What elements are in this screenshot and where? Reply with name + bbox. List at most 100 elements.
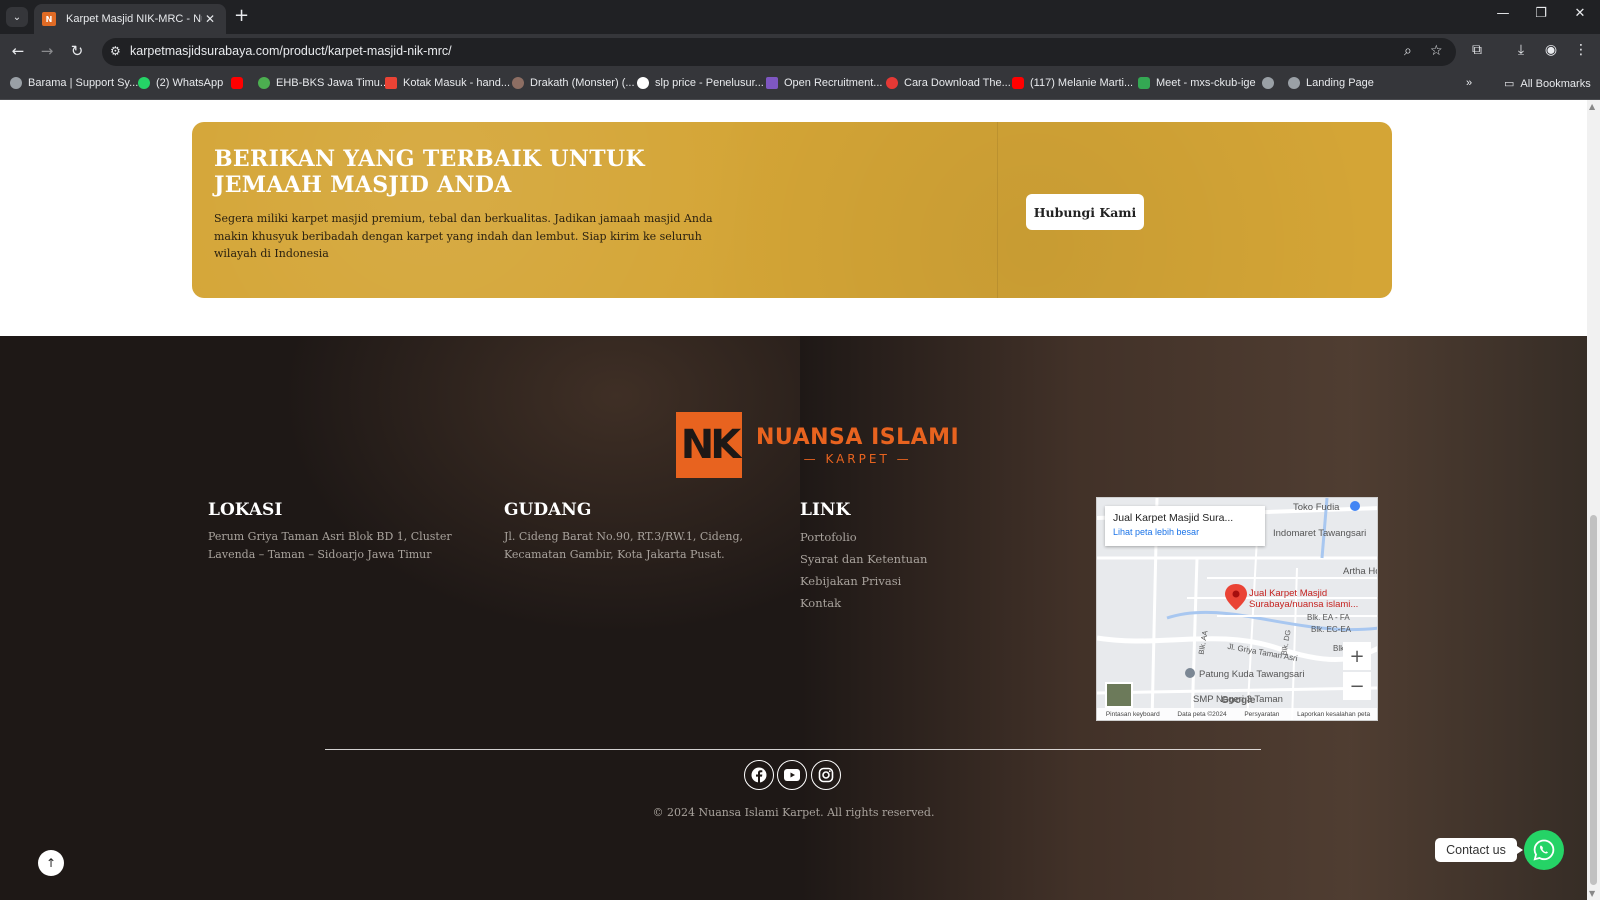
cta-banner: Berikan yang terbaik untuk Jemaah Masjid…: [192, 122, 1392, 298]
bookmark-item[interactable]: Open Recruitment...: [766, 77, 882, 89]
whatsapp-button[interactable]: [1524, 830, 1564, 870]
map-label: Indomaret Tawangsari: [1273, 528, 1367, 539]
bookmark-item[interactable]: slp price - Penelusur...: [637, 77, 764, 89]
link-title: Link: [800, 500, 851, 520]
page-scrollbar[interactable]: ▲ ▼: [1587, 100, 1600, 900]
back-to-top-button[interactable]: ↑: [38, 850, 64, 876]
close-window-icon[interactable]: ✕: [1565, 6, 1595, 21]
footer: NK NUANSA ISLAMI — KARPET — Lokasi Perum…: [0, 336, 1587, 900]
bookmark-item[interactable]: Meet - mxs-ckub-ige: [1138, 77, 1256, 89]
downloads-icon[interactable]: ⤓: [1510, 42, 1532, 58]
link-privasi[interactable]: Kebijakan Privasi: [800, 574, 901, 588]
contact-us-label[interactable]: Contact us: [1435, 838, 1523, 862]
site-icon: [512, 77, 524, 89]
restore-icon[interactable]: ❐: [1526, 6, 1556, 21]
youtube-button[interactable]: [777, 760, 807, 790]
lokasi-address: Perum Griya Taman Asri Blok BD 1, Cluste…: [208, 530, 452, 561]
google-map[interactable]: Jual Karpet Masjid Sura... Lihat peta le…: [1096, 497, 1378, 721]
map-place-card[interactable]: Jual Karpet Masjid Sura... Lihat peta le…: [1105, 506, 1265, 546]
link-syarat[interactable]: Syarat dan Ketentuan: [800, 552, 927, 566]
back-icon[interactable]: ←: [7, 42, 29, 60]
tab-search-icon[interactable]: ⌄: [6, 7, 28, 27]
map-zoom-out-button[interactable]: −: [1343, 672, 1371, 700]
map-zoom-in-button[interactable]: +: [1343, 642, 1371, 670]
browser-tab-active[interactable]: N Karpet Masjid NIK-MRC - Nuan ✕: [34, 4, 226, 34]
bookmark-item[interactable]: [1262, 77, 1280, 89]
bookmark-label: EHB-BKS Jawa Timu...: [276, 77, 390, 89]
bookmark-item[interactable]: Landing Page: [1288, 77, 1374, 89]
map-terms-link[interactable]: Persyaratan: [1244, 711, 1279, 718]
meet-icon: [1138, 77, 1150, 89]
google-icon: [637, 77, 649, 89]
tab-close-icon[interactable]: ✕: [202, 12, 218, 26]
zoom-icon[interactable]: ⌕: [1404, 43, 1412, 59]
copyright-text: © 2024 Nuansa Islami Karpet. All rights …: [652, 806, 935, 819]
map-keyboard-shortcuts[interactable]: Pintasan keyboard: [1106, 711, 1160, 718]
link-portofolio[interactable]: Portofolio: [800, 530, 857, 544]
instagram-button[interactable]: [811, 760, 841, 790]
all-bookmarks[interactable]: ▭ All Bookmarks: [1504, 77, 1591, 91]
cta-text: Segera miliki karpet masjid premium, teb…: [214, 212, 713, 260]
bookmark-item[interactable]: Cara Download The...: [886, 77, 1011, 89]
contact-button[interactable]: Hubungi Kami: [1026, 194, 1144, 230]
site-info-icon[interactable]: ⚙: [110, 44, 121, 58]
site-favicon-icon: N: [42, 12, 56, 26]
bookmark-label: Cara Download The...: [904, 77, 1011, 89]
bookmark-item[interactable]: Barama | Support Sy...: [10, 77, 138, 89]
whatsapp-icon: [138, 77, 150, 89]
bookmark-item[interactable]: (2) WhatsApp: [138, 77, 223, 89]
footer-background-image: [280, 336, 840, 636]
browser-tab-bar: ⌄ N Karpet Masjid NIK-MRC - Nuan ✕ + — ❐…: [0, 0, 1600, 34]
scroll-down-icon[interactable]: ▼: [1589, 889, 1595, 898]
url-text[interactable]: karpetmasjidsurabaya.com/product/karpet-…: [130, 44, 452, 58]
facebook-icon: [751, 767, 767, 783]
bookmark-item[interactable]: Kotak Masuk - hand...: [385, 77, 510, 89]
map-label: Blk. EA - FA: [1307, 613, 1350, 622]
map-data-credit: Data peta ©2024: [1177, 710, 1227, 718]
scroll-up-icon[interactable]: ▲: [1589, 102, 1595, 111]
all-bookmarks-label: All Bookmarks: [1520, 77, 1591, 90]
map-place-label: Jual Karpet Masjid Surabaya/nuansa islami…: [1249, 588, 1358, 610]
gudang-title: Gudang: [504, 500, 592, 520]
bookmark-star-icon[interactable]: ☆: [1430, 43, 1443, 59]
extensions-icon[interactable]: ⧉: [1466, 42, 1488, 58]
footer-divider: [325, 749, 1261, 750]
more-bookmarks-icon[interactable]: »: [1466, 77, 1472, 89]
logo-subtitle: — KARPET —: [803, 451, 912, 466]
map-larger-link[interactable]: Lihat peta lebih besar: [1113, 527, 1257, 537]
logo-title: NUANSA ISLAMI: [756, 424, 960, 450]
bookmark-label: Drakath (Monster) (...: [530, 77, 635, 89]
forward-icon[interactable]: →: [36, 42, 58, 60]
reload-icon[interactable]: ↻: [66, 42, 88, 60]
minimize-icon[interactable]: —: [1488, 6, 1518, 21]
address-bar[interactable]: ⚙ karpetmasjidsurabaya.com/product/karpe…: [102, 38, 1456, 66]
youtube-icon: [231, 77, 243, 89]
bookmark-item[interactable]: Drakath (Monster) (...: [512, 77, 635, 89]
facebook-button[interactable]: [744, 760, 774, 790]
map-label: Toko Fudia: [1293, 502, 1340, 513]
scroll-thumb[interactable]: [1590, 515, 1597, 885]
site-icon: [258, 77, 270, 89]
map-place-line-2: Surabaya/nuansa islami...: [1249, 599, 1359, 610]
logo-subtitle-text: KARPET: [825, 451, 890, 466]
bookmark-item[interactable]: [231, 77, 249, 89]
profile-icon[interactable]: ◉: [1540, 42, 1562, 58]
globe-icon: [10, 77, 22, 89]
youtube-icon: [784, 769, 800, 781]
bookmark-label: Landing Page: [1306, 77, 1374, 89]
bookmark-label: Meet - mxs-ckub-ige: [1156, 77, 1256, 89]
bookmark-item[interactable]: (117) Melanie Marti...: [1012, 77, 1133, 89]
bookmark-item[interactable]: EHB-BKS Jawa Timu...: [258, 77, 389, 89]
cta-divider: [997, 122, 998, 298]
map-report-link[interactable]: Laporkan kesalahan peta: [1297, 711, 1370, 718]
brand-logo[interactable]: NK NUANSA ISLAMI — KARPET —: [676, 412, 959, 478]
menu-icon[interactable]: ⋮: [1570, 42, 1592, 58]
link-kontak[interactable]: Kontak: [800, 596, 841, 610]
map-satellite-toggle[interactable]: [1105, 682, 1133, 708]
gmail-icon: [385, 77, 397, 89]
lokasi-title: Lokasi: [208, 500, 283, 520]
new-tab-icon[interactable]: +: [234, 7, 249, 25]
forms-icon: [766, 77, 778, 89]
site-icon: [886, 77, 898, 89]
gudang-address: Jl. Cideng Barat No.90, RT.3/RW.1, Ciden…: [504, 530, 743, 561]
